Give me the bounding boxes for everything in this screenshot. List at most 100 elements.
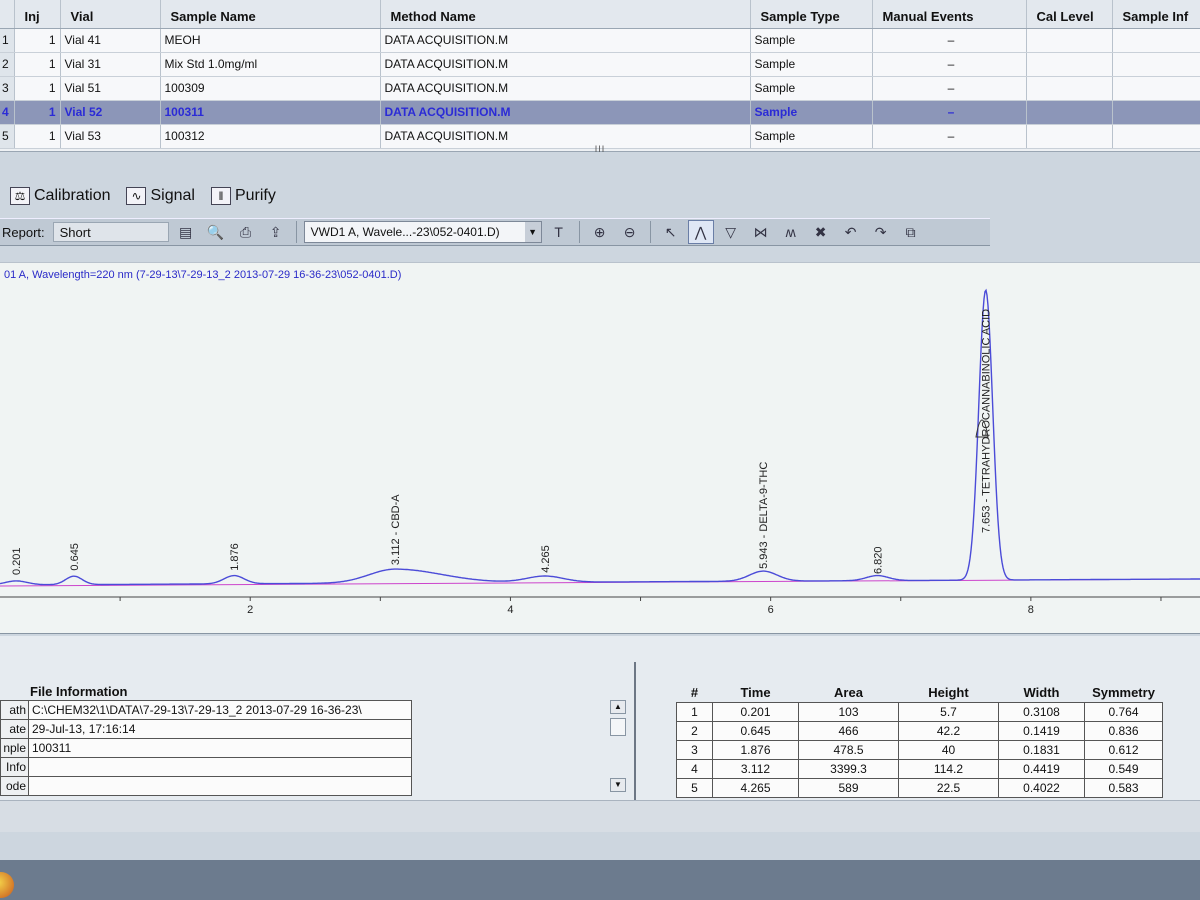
peak-label[interactable]: 4.265 xyxy=(540,545,552,573)
zoom-in-icon[interactable]: ⊕ xyxy=(587,220,613,244)
peak-table-row[interactable]: 2 0.645 466 42.2 0.1419 0.836 xyxy=(676,720,1163,741)
column-header-sample-name[interactable]: Sample Name xyxy=(160,0,381,29)
cell-sample-info[interactable] xyxy=(1112,52,1200,77)
cell-sample-name[interactable]: 100311 xyxy=(160,100,381,125)
cell-manual-events[interactable]: – xyxy=(872,52,1027,77)
chromatogram-panel[interactable]: 0.201 0.645 1.876 3.112 - CBD-A 4.265 5.943 -… xyxy=(0,262,1200,634)
column-header-cal-level[interactable]: Cal Level xyxy=(1026,0,1113,29)
peak-label[interactable]: 7.653 - TETRAHYDROCANNABINOLIC ACID xyxy=(981,309,993,533)
cell-method-name[interactable]: DATA ACQUISITION.M xyxy=(380,100,751,125)
peak-label[interactable]: 0.201 xyxy=(11,547,23,575)
cell-sample-type[interactable]: Sample xyxy=(750,28,873,53)
export-icon[interactable]: ⇪ xyxy=(263,220,289,244)
cell-sample-name[interactable]: 100309 xyxy=(160,76,381,101)
cell-row-number[interactable]: 3 xyxy=(0,76,15,101)
page-setup-icon[interactable]: ▤ xyxy=(173,220,199,244)
cell-sample-type[interactable]: Sample xyxy=(750,52,873,77)
column-header-sample-type[interactable]: Sample Type xyxy=(750,0,873,29)
cell-vial[interactable]: Vial 51 xyxy=(60,76,161,101)
peak-table-header[interactable]: Time xyxy=(713,684,799,702)
peak-table-header[interactable]: Height xyxy=(899,684,999,702)
peak-table-header[interactable]: Area xyxy=(799,684,899,702)
sequence-row[interactable]: 2 1 Vial 31 Mix Std 1.0mg/ml DATA ACQUISITIO… xyxy=(0,52,1200,77)
tab-calibration[interactable]: ⚖ Calibration xyxy=(4,183,116,209)
column-header-method-name[interactable]: Method Name xyxy=(380,0,751,29)
file-info-value[interactable]: 29-Jul-13, 17:16:14 xyxy=(28,719,412,739)
peak-label[interactable]: 6.820 xyxy=(872,546,884,574)
peak-label[interactable]: 5.943 - DELTA-9-THC xyxy=(758,462,770,569)
cell-sample-type[interactable]: Sample xyxy=(750,100,873,125)
cell-sample-type[interactable]: Sample xyxy=(750,76,873,101)
cell-manual-events[interactable]: – xyxy=(872,76,1027,101)
cell-sample-info[interactable] xyxy=(1112,28,1200,53)
scroll-up-icon[interactable]: ▲ xyxy=(610,700,626,714)
column-header-vial[interactable]: Vial xyxy=(60,0,161,29)
cell-vial[interactable]: Vial 41 xyxy=(60,28,161,53)
cell-method-name[interactable]: DATA ACQUISITION.M xyxy=(380,76,751,101)
chevron-down-icon[interactable]: ▼ xyxy=(524,222,541,242)
multi-peak-icon[interactable]: ʍ xyxy=(778,220,804,244)
cell-manual-events[interactable]: – xyxy=(872,28,1027,53)
panel-divider[interactable] xyxy=(634,662,636,804)
print-preview-icon[interactable]: 🔍 xyxy=(203,220,229,244)
cell-inj[interactable]: 1 xyxy=(14,76,61,101)
peak-table-row[interactable]: 3 1.876 478.5 40 0.1831 0.612 xyxy=(676,739,1163,760)
cell-inj[interactable]: 1 xyxy=(14,28,61,53)
cell-sample-info[interactable] xyxy=(1112,100,1200,125)
cell-sample-name[interactable]: MEOH xyxy=(160,28,381,53)
scroll-down-icon[interactable]: ▼ xyxy=(610,778,626,792)
cell-cal-level[interactable] xyxy=(1026,76,1113,101)
cell-manual-events[interactable]: – xyxy=(872,100,1027,125)
scroll-thumb[interactable] xyxy=(610,718,626,736)
peak-table-header[interactable]: Symmetry xyxy=(1085,684,1163,702)
signal-select[interactable]: VWD1 A, Wavele...-23\052-0401.D) ▼ xyxy=(303,221,542,243)
cell-row-number[interactable]: 1 xyxy=(0,28,15,53)
pointer-icon[interactable]: ↖ xyxy=(658,220,684,244)
copy-icon[interactable]: ⧉ xyxy=(898,220,924,244)
column-header-sample-info[interactable]: Sample Inf xyxy=(1112,0,1200,29)
signal-trace[interactable] xyxy=(0,288,1200,586)
peak-label[interactable]: 0.645 xyxy=(69,543,81,571)
report-type-select[interactable]: Short xyxy=(52,222,169,242)
cell-sample-name[interactable]: Mix Std 1.0mg/ml xyxy=(160,52,381,77)
cell-row-number[interactable]: 2 xyxy=(0,52,15,77)
tab-signal[interactable]: ∿ Signal xyxy=(120,183,200,209)
file-info-value[interactable]: 100311 xyxy=(28,738,412,758)
peak-label[interactable]: 1.876 xyxy=(229,543,241,571)
cell-method-name[interactable]: DATA ACQUISITION.M xyxy=(380,52,751,77)
cell-vial[interactable]: Vial 31 xyxy=(60,52,161,77)
file-info-value[interactable] xyxy=(28,757,412,777)
file-info-value[interactable]: C:\CHEM32\1\DATA\7-29-13\7-29-13_2 2013-… xyxy=(28,700,412,720)
tab-purify[interactable]: ‖ Purify xyxy=(205,183,282,209)
method-icon[interactable]: T xyxy=(546,220,572,244)
cell-inj[interactable]: 1 xyxy=(14,100,61,125)
file-info-value[interactable] xyxy=(28,776,412,796)
peak-table-row[interactable]: 5 4.265 589 22.5 0.4022 0.583 xyxy=(676,777,1163,798)
cell-method-name[interactable]: DATA ACQUISITION.M xyxy=(380,28,751,53)
peak-table-header[interactable]: # xyxy=(677,684,713,702)
valley-icon[interactable]: ▽ xyxy=(718,220,744,244)
cell-vial[interactable]: Vial 52 xyxy=(60,100,161,125)
zoom-out-icon[interactable]: ⊖ xyxy=(617,220,643,244)
delete-peak-icon[interactable]: ✖ xyxy=(808,220,834,244)
cell-cal-level[interactable] xyxy=(1026,28,1113,53)
undo-icon[interactable]: ↶ xyxy=(838,220,864,244)
sequence-row[interactable]: 3 1 Vial 51 100309 DATA ACQUISITION.M Sample – xyxy=(0,76,1200,101)
split-peak-icon[interactable]: ⋈ xyxy=(748,220,774,244)
peak-table-row[interactable]: 1 0.201 103 5.7 0.3108 0.764 xyxy=(676,701,1163,722)
pane-splitter[interactable]: III xyxy=(0,144,1200,154)
peak-table-row[interactable]: 4 3.112 3399.3 114.2 0.4419 0.549 xyxy=(676,758,1163,779)
cell-row-number[interactable]: 4 xyxy=(0,100,15,125)
sequence-row[interactable]: 1 1 Vial 41 MEOH DATA ACQUISITION.M Sample – xyxy=(0,28,1200,53)
peak-icon[interactable]: ⋀ xyxy=(687,220,714,244)
print-icon[interactable]: ⎙ xyxy=(233,220,259,244)
cell-sample-info[interactable] xyxy=(1112,76,1200,101)
column-header-inj[interactable]: Inj xyxy=(14,0,61,29)
cell-inj[interactable]: 1 xyxy=(14,52,61,77)
cell-cal-level[interactable] xyxy=(1026,52,1113,77)
sequence-row[interactable]: 4 1 Vial 52 100311 DATA ACQUISITION.M Sample – xyxy=(0,100,1200,125)
peak-label[interactable]: 3.112 - CBD-A xyxy=(390,494,402,565)
peak-table-header[interactable]: Width xyxy=(999,684,1085,702)
redo-icon[interactable]: ↷ xyxy=(868,220,894,244)
chromatogram-plot[interactable]: 0.201 0.645 1.876 3.112 - CBD-A 4.265 5.943 -… xyxy=(0,263,1200,635)
